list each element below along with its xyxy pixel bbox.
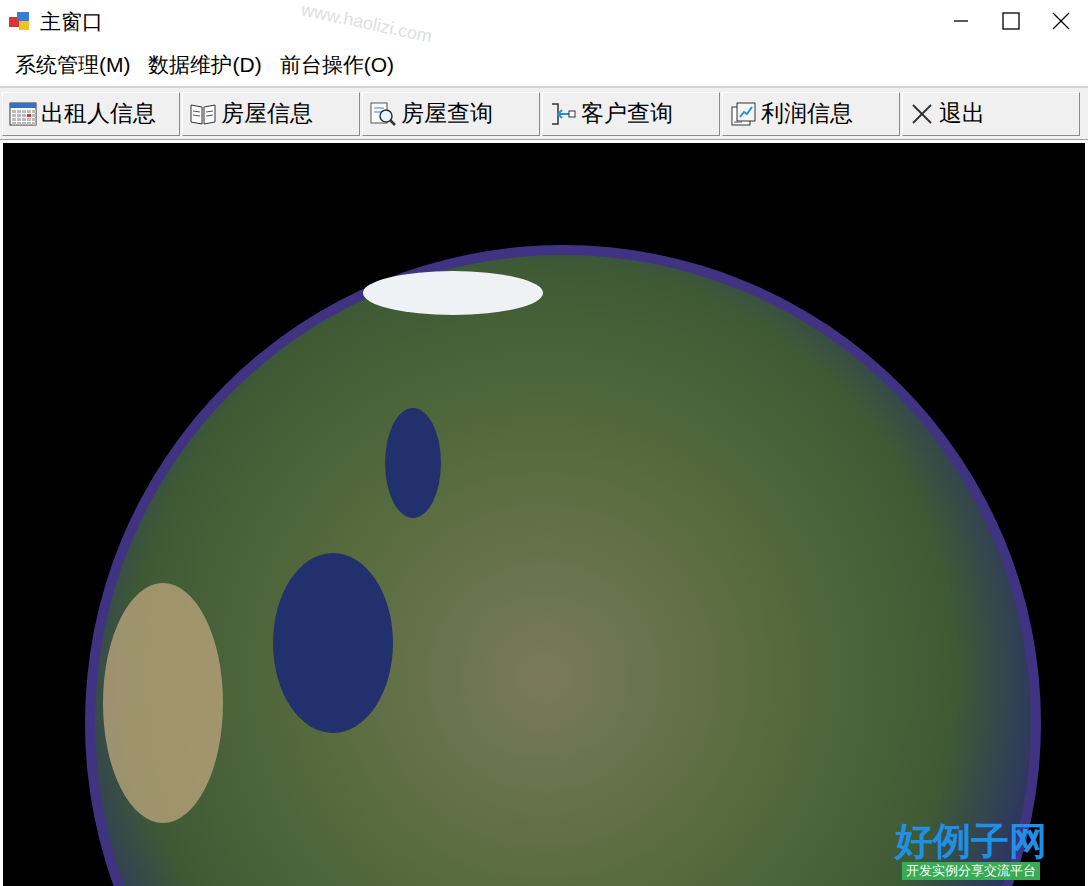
watermark-logo: 好例子网开发实例分享交流平台 [895, 821, 1047, 880]
earth-picture [3, 143, 1085, 886]
search-icon [369, 101, 397, 127]
toolbar-button[interactable]: 出租人信息 [2, 92, 180, 136]
toolbar-button[interactable]: 退出 [902, 92, 1080, 136]
maximize-icon [1002, 12, 1020, 30]
title-bar: 主窗口www.haolizi.com [0, 0, 1088, 42]
minimize-button[interactable] [938, 0, 984, 42]
minimize-icon [953, 13, 969, 29]
toolbar-button[interactable]: 客户查询 [542, 92, 720, 136]
calendar-icon [9, 101, 37, 127]
book-icon [189, 101, 217, 127]
maximize-button[interactable] [988, 0, 1034, 42]
menu-bar: 系统管理(M)数据维护(D)前台操作(O) [0, 42, 1088, 88]
main-window: 主窗口www.haolizi.com系统管理(M)数据维护(D)前台操作(O)出… [0, 0, 1088, 886]
menu-item[interactable]: 系统管理(M) [6, 54, 139, 75]
toolbar-button[interactable]: 房屋查询 [362, 92, 540, 136]
toolbar: 出租人信息房屋信息房屋查询客户查询利润信息退出 [0, 88, 1088, 140]
menu-item[interactable]: 数据维护(D) [139, 54, 270, 75]
menu-item[interactable]: 前台操作(O) [271, 54, 403, 75]
background-picture: 好例子网开发实例分享交流平台 [3, 143, 1085, 886]
toolbar-button[interactable]: 利润信息 [722, 92, 900, 136]
close-window-icon [1052, 12, 1070, 30]
connector-icon [549, 101, 577, 127]
close-button[interactable] [1038, 0, 1084, 42]
window-title: 主窗口 [40, 11, 103, 32]
app-icon [8, 9, 32, 33]
report-icon [729, 101, 757, 127]
close-icon [909, 101, 935, 127]
toolbar-button[interactable]: 房屋信息 [182, 92, 360, 136]
